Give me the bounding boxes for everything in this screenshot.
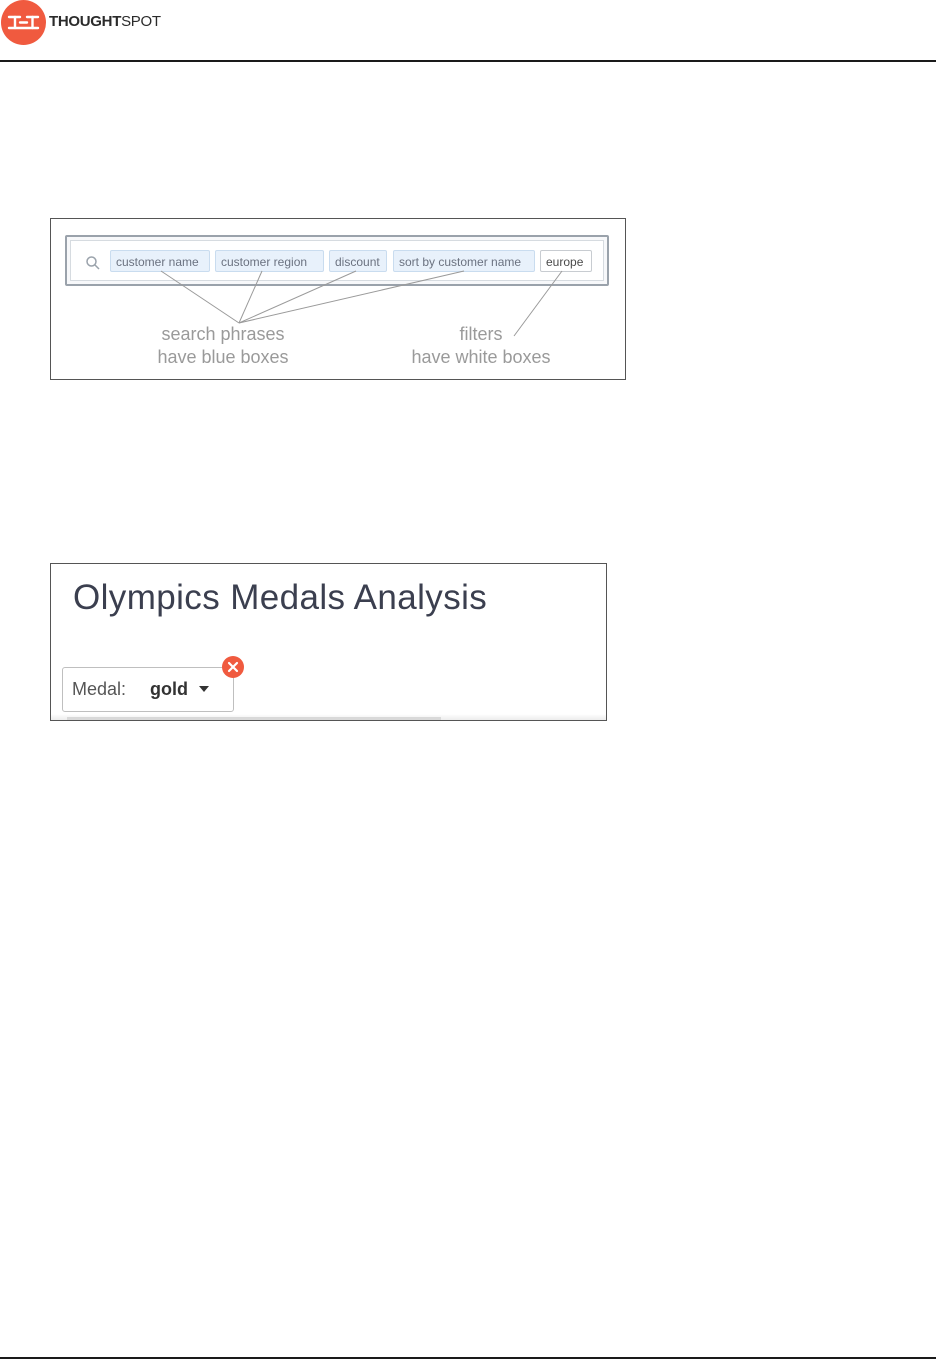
callout-line bbox=[238, 270, 357, 324]
brand-wordmark: THOUGHTSPOT bbox=[49, 13, 161, 30]
filters-caption: filters have white boxes bbox=[411, 324, 551, 367]
content-edge-shadow bbox=[67, 717, 441, 720]
pinboard-title: Olympics Medals Analysis bbox=[73, 578, 488, 617]
close-icon bbox=[227, 661, 239, 673]
callout-line bbox=[238, 270, 465, 324]
remove-filter-button[interactable] bbox=[222, 656, 244, 678]
chevron-down-icon[interactable] bbox=[199, 686, 209, 692]
callout-line bbox=[238, 270, 263, 324]
page-header: THOUGHTSPOT bbox=[0, 0, 936, 62]
pinboard-filter-figure: Olympics Medals Analysis Medal: gold bbox=[50, 563, 607, 721]
medal-filter-chip[interactable]: Medal: gold bbox=[62, 667, 234, 712]
filter-chip-label: Medal: bbox=[72, 679, 127, 699]
search-tokens-figure: customer name customer region discount s… bbox=[50, 218, 626, 380]
footer-divider bbox=[0, 1357, 936, 1359]
thoughtspot-logo-icon bbox=[1, 0, 46, 45]
filter-chip-value[interactable]: gold bbox=[150, 679, 188, 700]
header-divider bbox=[0, 60, 936, 62]
callout-line bbox=[160, 270, 240, 324]
search-phrases-caption: search phrases have blue boxes bbox=[157, 324, 289, 367]
